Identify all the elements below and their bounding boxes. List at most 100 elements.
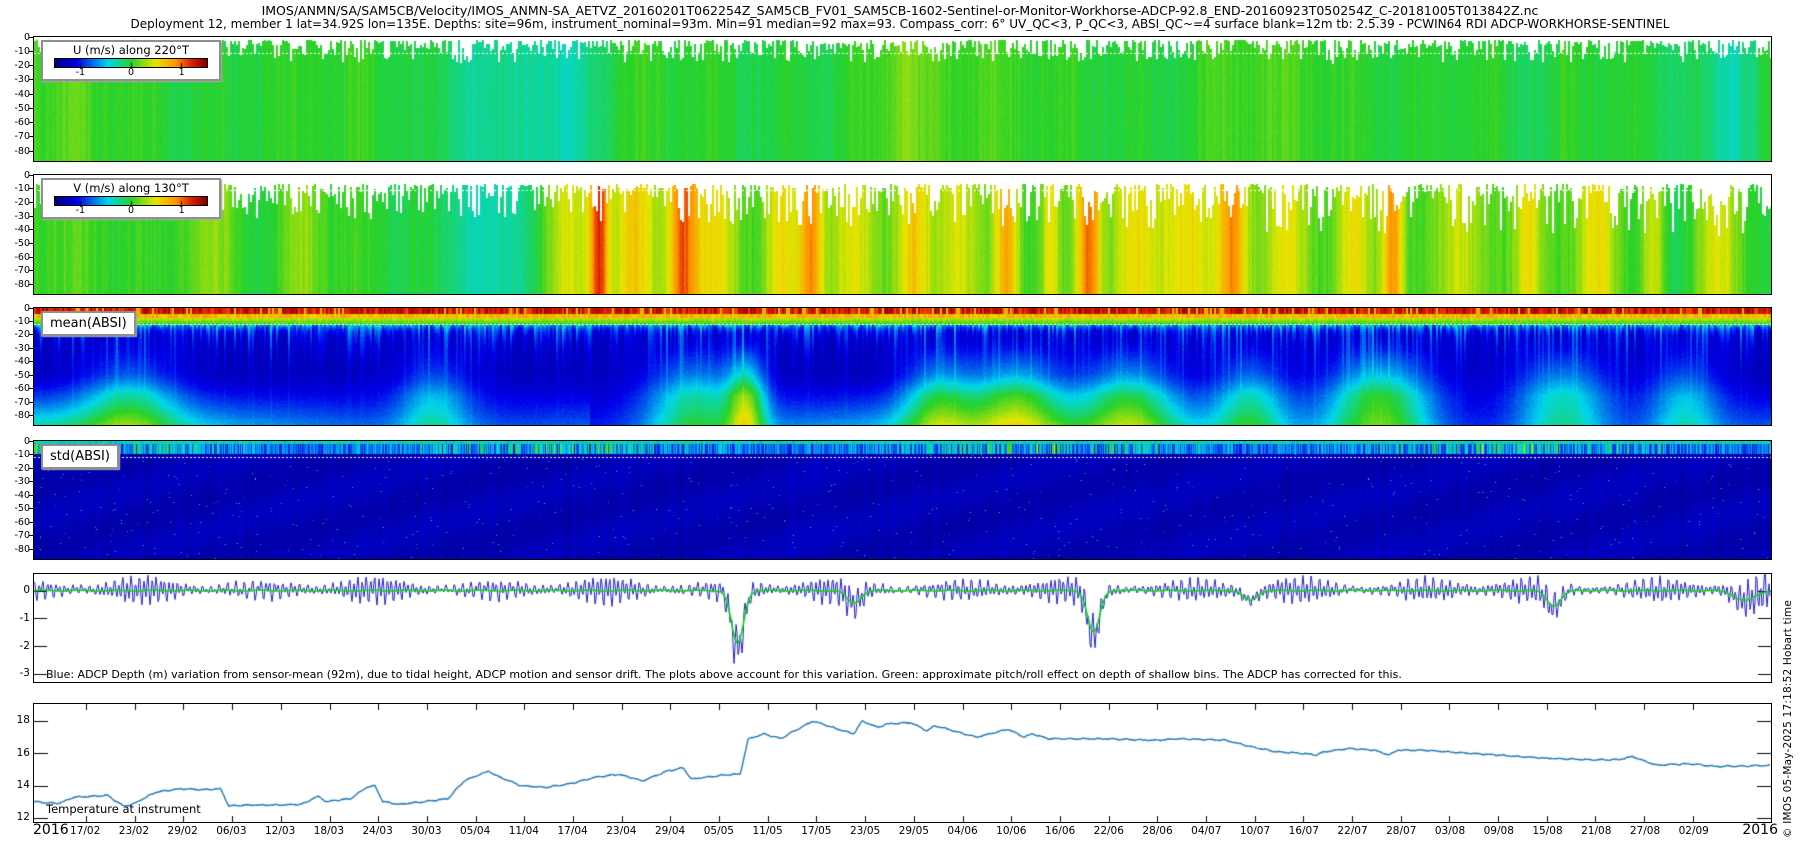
y-tick-label: -10 (0, 449, 30, 460)
panel-u-velocity-heatmap: U (m/s) along 220°T -101 (33, 36, 1772, 162)
u-colorbar-ticks: -101 (43, 67, 219, 78)
panel-mean-absi-heatmap: mean(ABSI) (33, 307, 1772, 426)
x-tick-label: 23/02 (111, 825, 157, 837)
y-tick-mark (29, 495, 33, 496)
std-absi-heatmap-canvas (34, 441, 1771, 559)
y-tick-mark (29, 122, 33, 123)
y-tick-label: -30 (0, 476, 30, 487)
x-tick-label: 29/02 (160, 825, 206, 837)
u-colorbar-legend: U (m/s) along 220°T -101 (41, 40, 221, 81)
y-tick-mark (29, 348, 33, 349)
x-tick-label: 24/03 (355, 825, 401, 837)
y-tick-mark (29, 175, 33, 176)
y-tick-mark (29, 415, 33, 416)
y-tick-label: -10 (0, 316, 30, 327)
colorbar-tick-label: 1 (170, 205, 194, 216)
y-tick-mark (29, 375, 33, 376)
y-tick-label: -40 (0, 224, 30, 235)
x-tick-label: 29/04 (647, 825, 693, 837)
y-tick-label: -80 (0, 410, 30, 421)
x-tick-label: 10/06 (988, 825, 1034, 837)
y-tick-mark (29, 468, 33, 469)
y-tick-label: 0 (0, 303, 30, 314)
y-tick-mark (29, 549, 33, 550)
y-tick-label: -20 (0, 463, 30, 474)
x-tick-label: 17/04 (550, 825, 596, 837)
mean-absi-label: mean(ABSI) (41, 311, 136, 336)
y-tick-label: -80 (0, 279, 30, 290)
year-label-left: 2016 (33, 822, 69, 838)
y-tick-label: 0 (0, 170, 30, 181)
y-tick-mark (29, 402, 33, 403)
y-tick-label: -20 (0, 197, 30, 208)
y-tick-mark (29, 37, 33, 38)
y-tick-mark (29, 388, 33, 389)
colorbar-tick-label: 1 (170, 67, 194, 78)
x-tick-label: 28/07 (1378, 825, 1424, 837)
x-tick-label: 29/05 (891, 825, 937, 837)
y-tick-mark (29, 243, 33, 244)
y-tick-label: 0 (0, 585, 30, 596)
x-tick-label: 16/07 (1281, 825, 1327, 837)
y-tick-label: -30 (0, 343, 30, 354)
x-tick-label: 30/03 (403, 825, 449, 837)
y-tick-label: -70 (0, 265, 30, 276)
y-tick-mark (29, 535, 33, 536)
y-tick-mark (29, 257, 33, 258)
y-tick-label: -80 (0, 544, 30, 555)
y-tick-label: -60 (0, 383, 30, 394)
y-tick-mark (29, 334, 33, 335)
figure-title-line2: Deployment 12, member 1 lat=34.92S lon=1… (0, 17, 1800, 31)
y-tick-label: -2 (0, 641, 30, 652)
temperature-canvas (34, 704, 1771, 822)
u-velocity-heatmap-canvas (34, 37, 1771, 161)
year-label-right: 2016 (1734, 822, 1778, 838)
y-tick-label: -30 (0, 211, 30, 222)
y-tick-mark (29, 65, 33, 66)
y-tick-label: -50 (0, 370, 30, 381)
x-tick-label: 03/08 (1427, 825, 1473, 837)
x-tick-label: 23/05 (842, 825, 888, 837)
y-tick-mark (29, 202, 33, 203)
colorbar-tick-label: -1 (68, 67, 92, 78)
y-tick-label: -70 (0, 131, 30, 142)
x-tick-label: 17/05 (793, 825, 839, 837)
y-tick-mark (29, 216, 33, 217)
v-colorbar-legend: V (m/s) along 130°T -101 (41, 178, 221, 219)
x-tick-label: 04/07 (1183, 825, 1229, 837)
y-tick-mark (29, 108, 33, 109)
x-tick-label: 11/04 (501, 825, 547, 837)
panel-depth-variation: Blue: ADCP Depth (m) variation from sens… (33, 573, 1772, 683)
x-tick-label: 10/07 (1232, 825, 1278, 837)
y-tick-label: 16 (0, 748, 30, 759)
y-tick-label: -60 (0, 117, 30, 128)
x-tick-label: 02/09 (1671, 825, 1717, 837)
x-tick-label: 06/03 (208, 825, 254, 837)
y-tick-mark (29, 481, 33, 482)
y-tick-label: -30 (0, 74, 30, 85)
y-tick-label: -20 (0, 329, 30, 340)
y-tick-label: -3 (0, 668, 30, 679)
y-tick-label: -50 (0, 103, 30, 114)
y-tick-mark (29, 270, 33, 271)
y-tick-mark (29, 51, 33, 52)
y-tick-label: 18 (0, 715, 30, 726)
x-tick-label: 09/08 (1476, 825, 1522, 837)
panel-std-absi-heatmap: std(ABSI) (33, 440, 1772, 560)
y-tick-label: -40 (0, 356, 30, 367)
y-tick-label: 14 (0, 780, 30, 791)
x-tick-label: 15/08 (1525, 825, 1571, 837)
v-colorbar-title: V (m/s) along 130°T (43, 181, 219, 195)
x-tick-label: 16/06 (1037, 825, 1083, 837)
colorbar-tick-label: -1 (68, 205, 92, 216)
y-tick-label: -10 (0, 183, 30, 194)
y-tick-label: -40 (0, 89, 30, 100)
x-tick-label: 04/06 (940, 825, 986, 837)
y-tick-mark (29, 454, 33, 455)
panel-temperature: Temperature at instrument (33, 703, 1772, 823)
y-tick-mark (29, 188, 33, 189)
mean-absi-heatmap-canvas (34, 308, 1771, 425)
v-colorbar-ticks: -101 (43, 205, 219, 216)
y-tick-mark (29, 136, 33, 137)
y-tick-mark (29, 522, 33, 523)
